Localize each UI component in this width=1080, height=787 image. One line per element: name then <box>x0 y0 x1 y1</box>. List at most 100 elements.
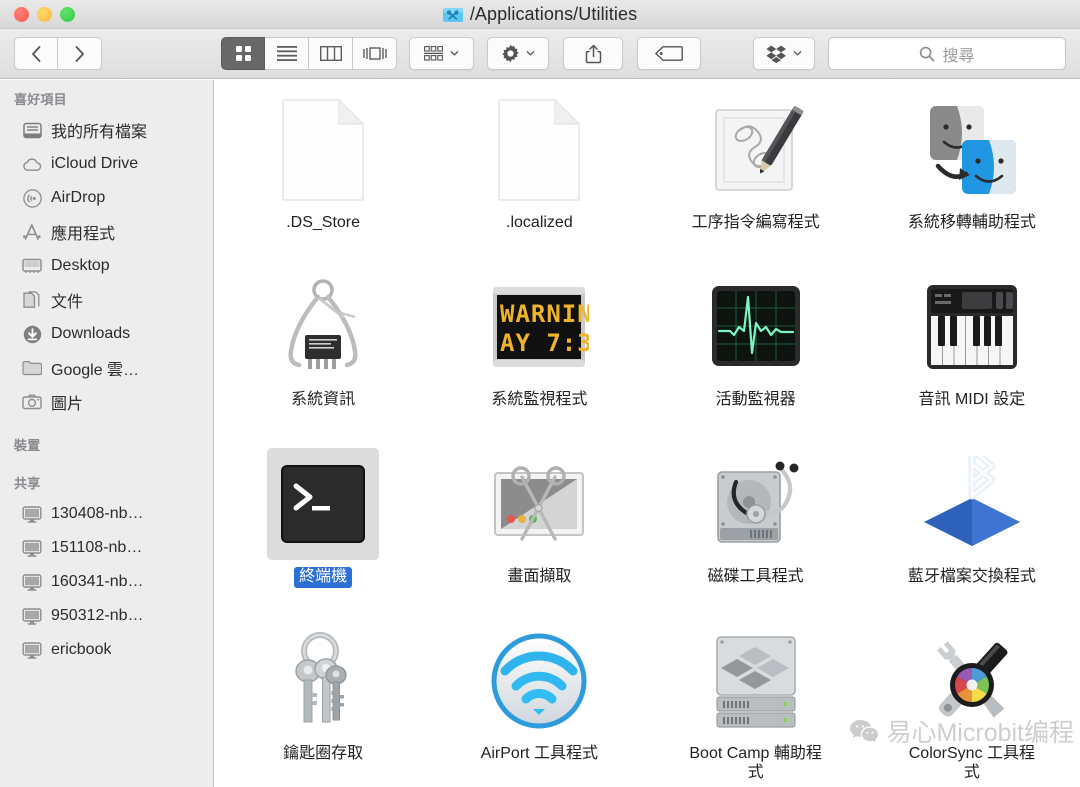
sidebar-section-favorites-header: 喜好項目 <box>14 92 67 107</box>
file-item-label: 終端機 <box>294 567 353 588</box>
search-icon <box>920 46 935 62</box>
file-item-boot-camp-assistant[interactable]: Boot Camp 輔助程式 <box>648 619 864 787</box>
file-item-label: 磁碟工具程式 <box>707 568 804 585</box>
sidebar-item-desktop[interactable]: Desktop <box>0 249 213 283</box>
column-view-button[interactable] <box>309 37 353 70</box>
sidebar-item-pictures[interactable]: 圖片 <box>0 385 213 419</box>
blank-document-icon <box>483 94 595 206</box>
sidebar-item-shared-3[interactable]: 950312-nb… <box>0 599 213 633</box>
file-item-audio-midi-setup[interactable]: 音訊 MIDI 設定 <box>864 265 1080 442</box>
console-icon: WARNIN AY 7:36 <box>483 271 595 383</box>
file-item-label: 藍牙檔案交換程式 <box>907 568 1036 585</box>
chevron-down-icon <box>526 51 535 56</box>
toolbar: 搜尋 <box>0 29 1080 79</box>
disk-utility-icon <box>700 448 812 560</box>
file-item-label: 系統移轉輔助程式 <box>907 214 1036 231</box>
file-item-script-editor[interactable]: 工序指令編寫程式 <box>648 88 864 265</box>
computer-icon <box>22 640 42 660</box>
sidebar-item-google-drive[interactable]: Google 雲… <box>0 351 213 385</box>
sidebar-item-airdrop[interactable]: AirDrop <box>0 181 213 215</box>
sidebar-item-shared-4[interactable]: ericbook <box>0 633 213 667</box>
sidebar-item-icloud-drive[interactable]: iCloud Drive <box>0 147 213 181</box>
colorsync-utility-icon <box>916 625 1028 737</box>
file-item-label: .localized <box>506 214 573 231</box>
sidebar-section-devices-header: 裝置 <box>14 438 41 453</box>
file-item-localized[interactable]: .localized <box>431 88 647 265</box>
list-view-button[interactable] <box>265 37 309 70</box>
tag-button[interactable] <box>637 37 701 70</box>
console-line-1: WARNIN <box>500 300 589 328</box>
sidebar-item-label: AirDrop <box>51 189 106 206</box>
sidebar-item-label: ericbook <box>51 641 112 658</box>
file-item-label: 系統資訊 <box>291 391 356 408</box>
blank-document-icon <box>267 94 379 206</box>
file-item-label: Boot Camp 輔助程式 <box>689 745 822 781</box>
back-button[interactable] <box>14 37 58 70</box>
search-field[interactable]: 搜尋 <box>828 37 1066 70</box>
file-item-label: 畫面擷取 <box>507 568 572 585</box>
activity-monitor-icon <box>700 271 812 383</box>
file-grid-area[interactable]: .DS_Store .localized 工序指令編寫程式 系統移轉輔助程式 系… <box>215 80 1080 787</box>
file-item-keychain-access[interactable]: 鑰匙圈存取 <box>215 619 431 787</box>
migration-assistant-icon <box>916 94 1028 206</box>
icloud-icon <box>22 154 42 174</box>
sidebar[interactable]: 喜好項目 我的所有檔案 iCloud Drive AirDrop 應用程式 De… <box>0 80 214 787</box>
file-item-label: 工序指令編寫程式 <box>691 214 820 231</box>
audio-midi-setup-icon <box>916 271 1028 383</box>
sidebar-item-label: Desktop <box>51 257 110 274</box>
file-item-airport-utility[interactable]: AirPort 工具程式 <box>431 619 647 787</box>
arrange-button[interactable] <box>409 37 474 70</box>
file-item-activity-monitor[interactable]: 活動監視器 <box>648 265 864 442</box>
view-mode-buttons <box>221 37 397 70</box>
search-placeholder: 搜尋 <box>942 47 975 65</box>
sidebar-item-applications[interactable]: 應用程式 <box>0 215 213 249</box>
file-item-label: 系統監視程式 <box>491 391 588 408</box>
sidebar-item-shared-1[interactable]: 151108-nb… <box>0 531 213 565</box>
title-bar: /Applications/Utilities <box>0 0 1080 29</box>
sidebar-item-label: 130408-nb… <box>51 505 144 522</box>
keychain-access-icon <box>267 625 379 737</box>
file-item-label: 鑰匙圈存取 <box>283 745 364 762</box>
sidebar-item-all-my-files[interactable]: 我的所有檔案 <box>0 113 213 147</box>
sidebar-item-label: 151108-nb… <box>51 539 143 556</box>
computer-icon <box>22 606 42 626</box>
console-line-2: AY 7:36 <box>500 329 589 357</box>
utilities-folder-icon <box>442 7 463 23</box>
file-item-label: 活動監視器 <box>715 391 796 408</box>
file-item-label: AirPort 工具程式 <box>480 745 599 762</box>
file-item-system-information[interactable]: 系統資訊 <box>215 265 431 442</box>
desktop-icon <box>22 256 42 276</box>
sidebar-item-label: 950312-nb… <box>51 607 144 624</box>
forward-button[interactable] <box>58 37 102 70</box>
sidebar-item-shared-0[interactable]: 130408-nb… <box>0 497 213 531</box>
computer-icon <box>22 504 42 524</box>
file-item-migration-assistant[interactable]: 系統移轉輔助程式 <box>864 88 1080 265</box>
finder-window: /Applications/Utilities 搜尋 喜好項目 我的所有檔案 i… <box>0 0 1080 787</box>
window-title: /Applications/Utilities <box>469 4 638 24</box>
coverflow-view-button[interactable] <box>353 37 397 70</box>
file-item-colorsync-utility[interactable]: ColorSync 工具程式 <box>864 619 1080 787</box>
boot-camp-assistant-icon <box>700 625 812 737</box>
dropbox-icon <box>766 45 786 63</box>
file-item-terminal[interactable]: 終端機 <box>215 442 431 619</box>
icon-view-button[interactable] <box>221 37 265 70</box>
dropbox-button[interactable] <box>753 37 815 70</box>
share-button[interactable] <box>563 37 623 70</box>
chevron-down-icon <box>793 51 802 56</box>
file-item-disk-utility[interactable]: 磁碟工具程式 <box>648 442 864 619</box>
file-item-grab[interactable]: 畫面擷取 <box>431 442 647 619</box>
airport-utility-icon <box>483 625 595 737</box>
airdrop-icon <box>22 188 42 208</box>
action-button[interactable] <box>487 37 549 70</box>
file-item-label: 音訊 MIDI 設定 <box>918 391 1026 408</box>
sidebar-item-downloads[interactable]: Downloads <box>0 317 213 351</box>
window-title-group: /Applications/Utilities <box>0 0 1080 29</box>
file-item-console[interactable]: WARNIN AY 7:36 系統監視程式 <box>431 265 647 442</box>
file-item-ds-store[interactable]: .DS_Store <box>215 88 431 265</box>
sidebar-item-documents[interactable]: 文件 <box>0 283 213 317</box>
sidebar-item-shared-2[interactable]: 160341-nb… <box>0 565 213 599</box>
script-editor-icon <box>700 94 812 206</box>
file-item-label: ColorSync 工具程式 <box>908 745 1035 781</box>
file-item-bluetooth-file-exchange[interactable]: 藍牙檔案交換程式 <box>864 442 1080 619</box>
all-my-files-icon <box>22 120 42 140</box>
